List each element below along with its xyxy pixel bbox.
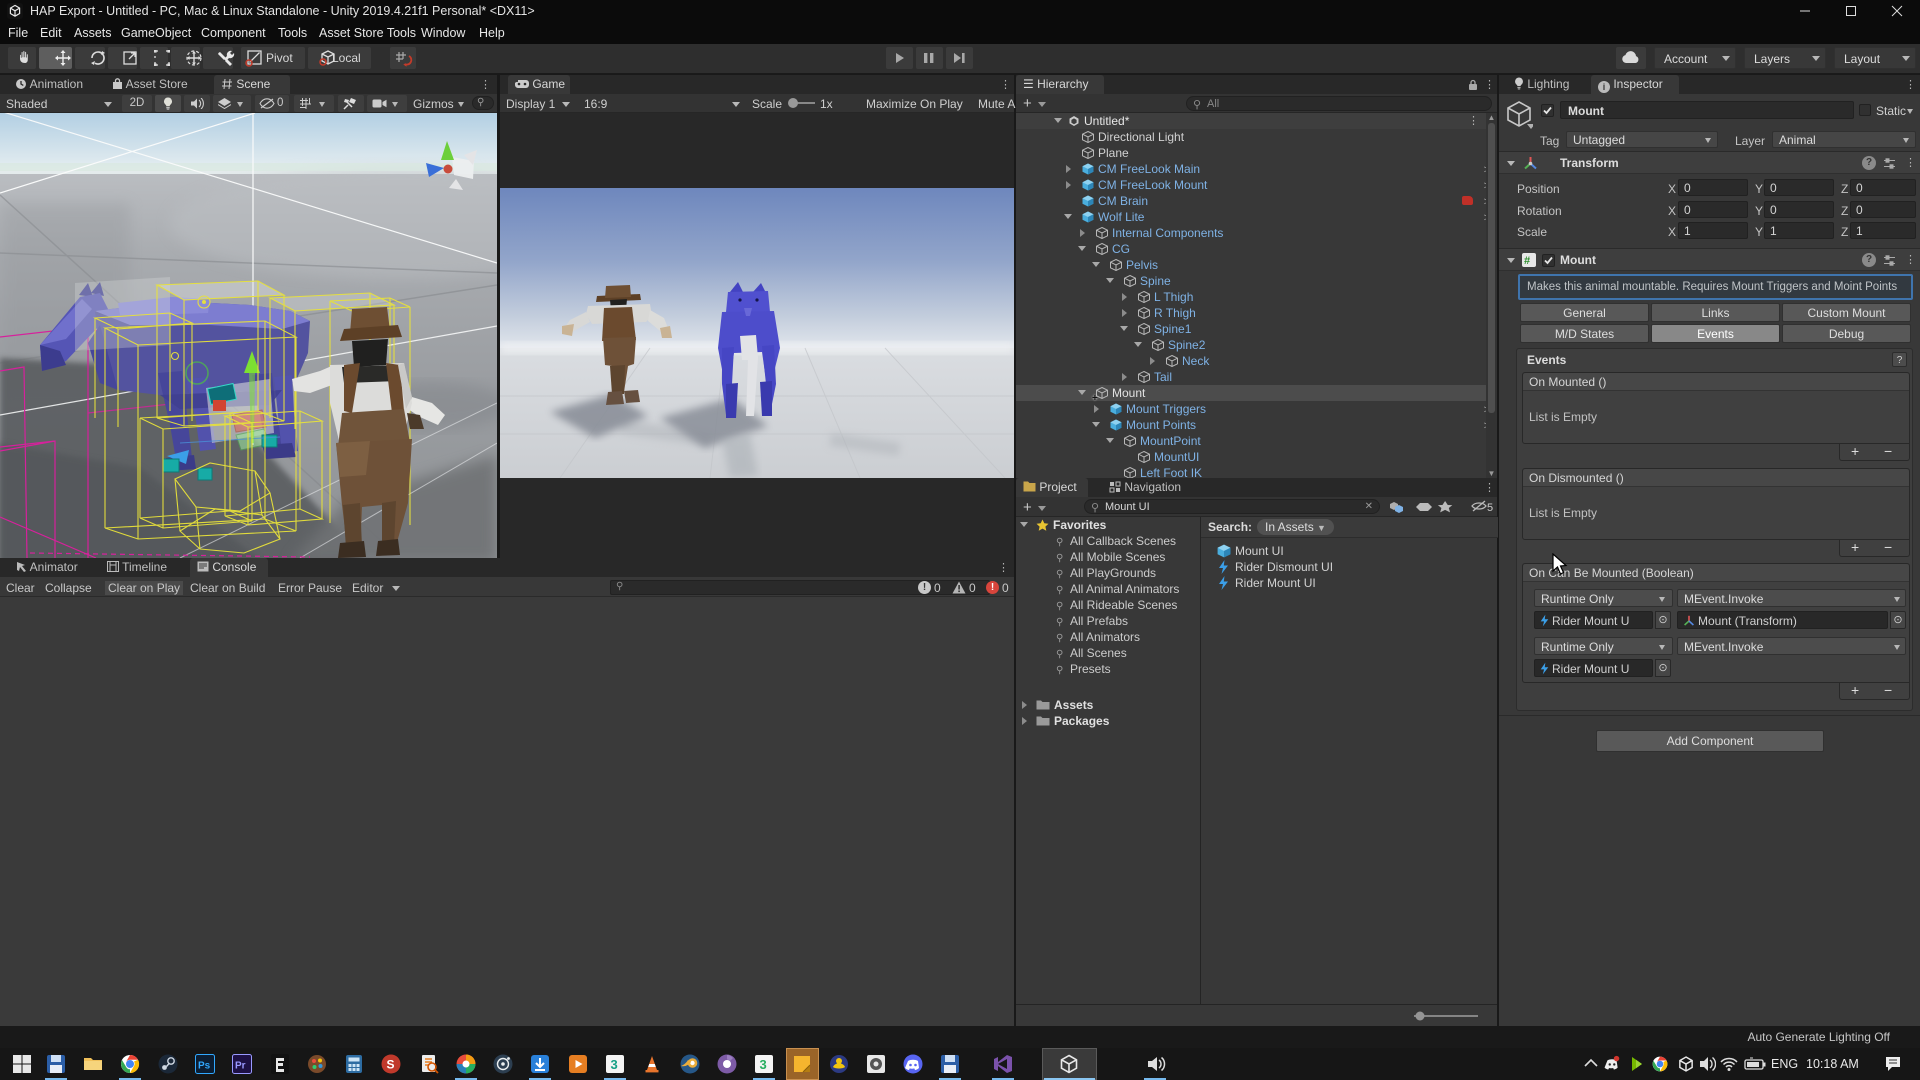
svg-text:Ps: Ps (198, 1061, 211, 1072)
svg-text:#: # (1524, 255, 1530, 267)
svg-text:S: S (387, 1058, 395, 1072)
svg-text:3: 3 (611, 1057, 618, 1072)
svg-text:Pr: Pr (235, 1061, 246, 1072)
svg-text:5: 5 (1487, 502, 1493, 514)
svg-text:3: 3 (760, 1057, 767, 1072)
